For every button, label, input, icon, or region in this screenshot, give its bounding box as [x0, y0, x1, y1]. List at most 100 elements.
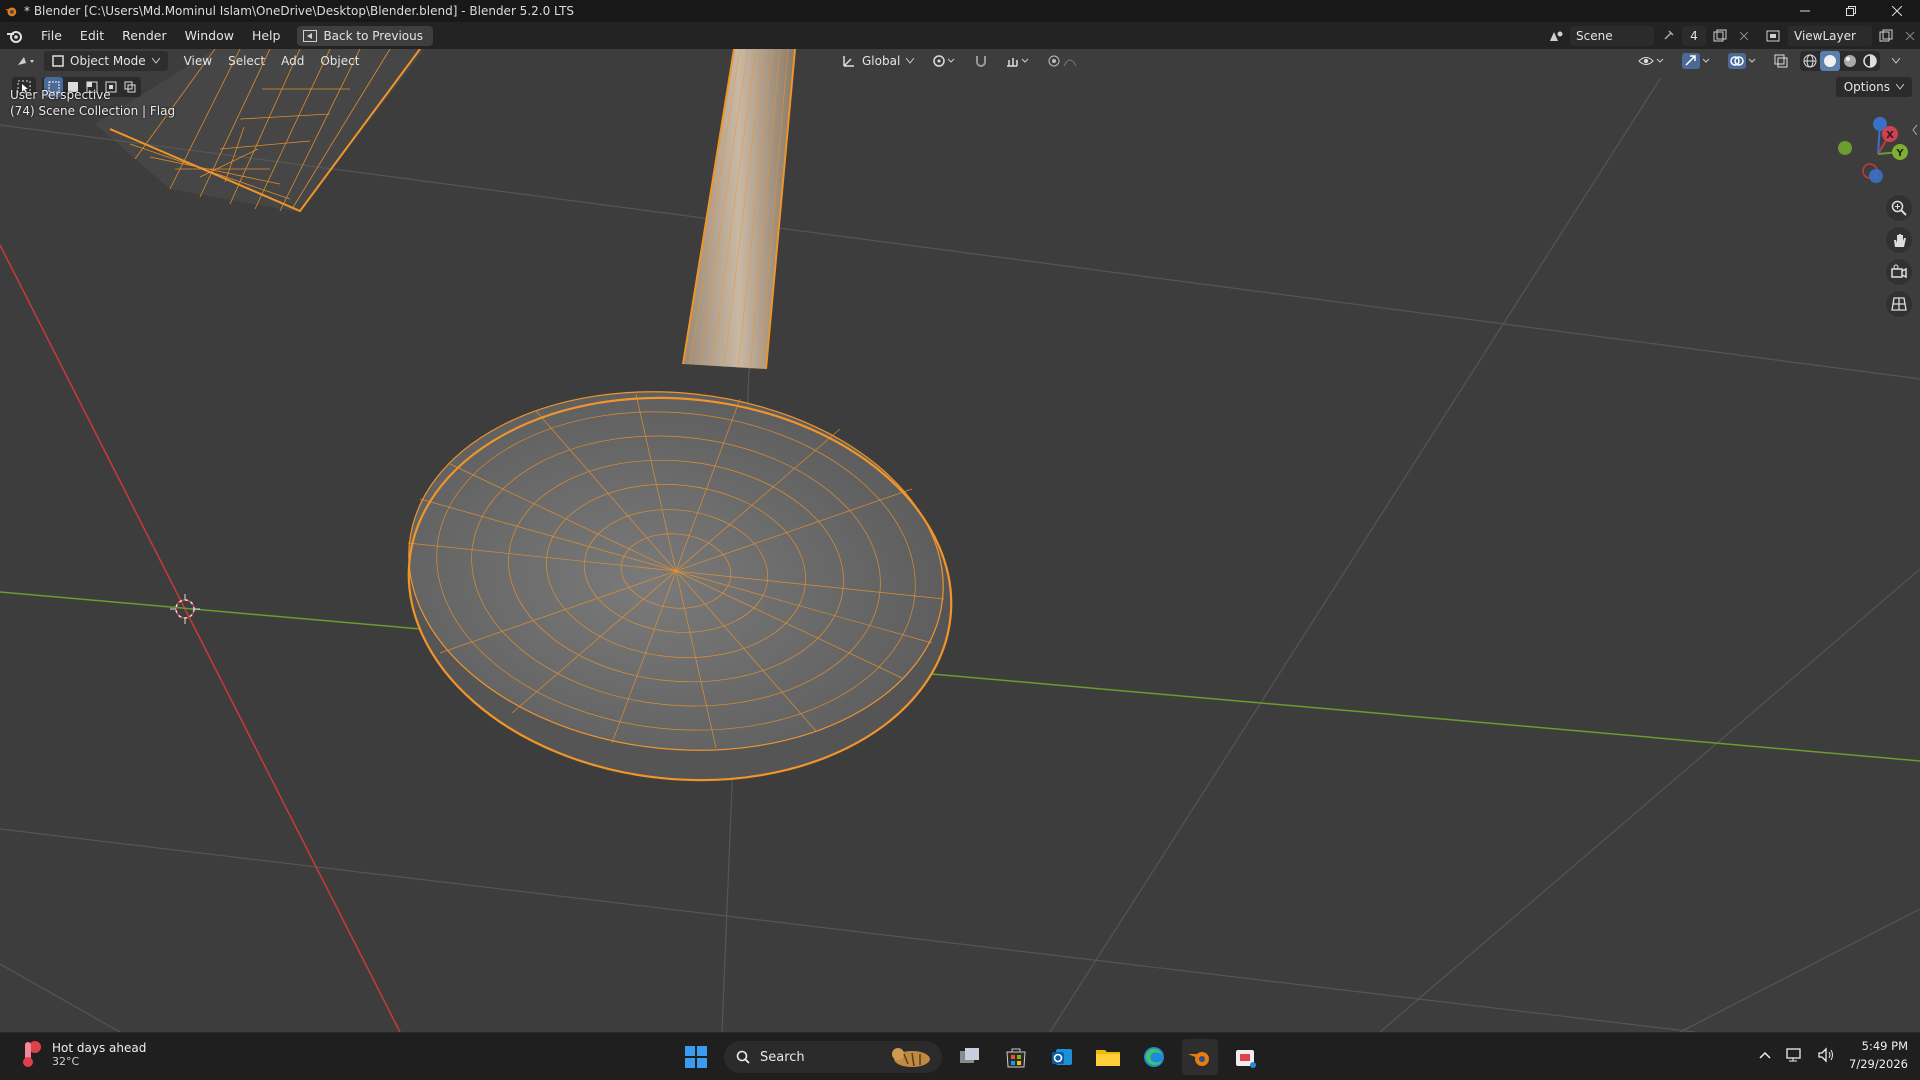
new-view-layer-icon[interactable]: [1876, 26, 1896, 46]
folder-icon: [1096, 1050, 1120, 1066]
snipping-tool-button[interactable]: [1228, 1039, 1264, 1075]
wireframe-shading-button[interactable]: [1800, 51, 1820, 71]
search-icon: [736, 1050, 750, 1064]
select-intersect-button[interactable]: [120, 77, 139, 97]
new-scene-icon[interactable]: [1710, 26, 1730, 46]
top-menu-bar: File Edit Render Window Help Back to Pre…: [0, 22, 1920, 49]
material-preview-button[interactable]: [1840, 51, 1860, 71]
pan-button[interactable]: [1886, 227, 1912, 253]
view-layer-name: ViewLayer: [1794, 28, 1856, 43]
gizmo-neg-z[interactable]: [1869, 169, 1883, 183]
snap-increment-icon: [1007, 58, 1029, 67]
shading-options-dropdown[interactable]: [1886, 51, 1906, 71]
task-view-button[interactable]: [952, 1039, 988, 1075]
blender-taskbar-button[interactable]: [1182, 1039, 1218, 1075]
camera-icon: [1891, 264, 1907, 279]
system-clock[interactable]: 5:49 PM 7/29/2026: [1849, 1037, 1908, 1073]
menu-file[interactable]: File: [32, 22, 71, 49]
transform-tools: Global: [836, 51, 1088, 71]
menu-edit[interactable]: Edit: [71, 22, 113, 49]
pin-icon[interactable]: [1658, 26, 1678, 46]
orientation-icon: [843, 56, 854, 67]
editor-type-icon: [18, 57, 34, 65]
gizmo-neg-y[interactable]: [1838, 141, 1852, 155]
solid-shading-button[interactable]: [1820, 51, 1840, 71]
back-to-previous-label: Back to Previous: [323, 28, 423, 43]
menu-render[interactable]: Render: [113, 22, 176, 49]
file-explorer-button[interactable]: [1090, 1039, 1126, 1075]
visibility-selector[interactable]: [1632, 51, 1670, 71]
viewport-menu-view[interactable]: View: [176, 54, 220, 68]
gizmo-x-label: X: [1886, 130, 1894, 141]
material-sphere-icon: [1844, 55, 1856, 67]
chevron-up-icon[interactable]: [1759, 1050, 1771, 1060]
outlook-icon: [1052, 1049, 1072, 1065]
delete-scene-icon[interactable]: [1734, 26, 1754, 46]
taskbar-search[interactable]: Search: [724, 1041, 942, 1073]
mode-selector[interactable]: Object Mode: [44, 51, 168, 71]
minimize-button[interactable]: [1782, 0, 1828, 22]
snap-toggle[interactable]: [968, 51, 994, 71]
proportional-editing-toggle[interactable]: [1042, 51, 1088, 71]
edge-browser-button[interactable]: [1136, 1039, 1172, 1075]
select-intersect-icon: [124, 81, 135, 93]
restore-button[interactable]: [1828, 0, 1874, 22]
view-layer-field[interactable]: ViewLayer: [1788, 25, 1872, 46]
delete-view-layer-icon[interactable]: [1900, 26, 1920, 46]
viewport-menu-add[interactable]: Add: [273, 54, 312, 68]
sidebar-toggle-icon[interactable]: [1910, 123, 1920, 137]
network-icon[interactable]: [1785, 1047, 1803, 1063]
xray-icon: [1774, 54, 1788, 68]
snap-target-selector[interactable]: [1000, 51, 1036, 71]
object-mode-icon: [52, 55, 64, 67]
clock-date: 7/29/2026: [1849, 1057, 1908, 1071]
weather-widget[interactable]: Hot days ahead 32°C: [18, 1039, 146, 1069]
window-title: * Blender [C:\Users\Md.Mominul Islam\One…: [24, 4, 575, 18]
restore-icon: [1846, 6, 1856, 16]
overlays-toggle[interactable]: [1722, 51, 1762, 71]
search-highlight-tiger-icon: [892, 1048, 930, 1067]
window-controls: [1782, 0, 1920, 22]
perspective-toggle-button[interactable]: [1886, 291, 1912, 317]
outlook-button[interactable]: [1044, 1039, 1080, 1075]
navigation-tools: [1886, 195, 1912, 317]
options-dropdown[interactable]: Options: [1835, 77, 1912, 97]
chevron-down-icon: [151, 58, 160, 64]
menu-window[interactable]: Window: [176, 22, 243, 49]
screen-back-icon: [303, 29, 318, 42]
back-to-previous-button[interactable]: Back to Previous: [297, 25, 433, 46]
view-layer-browse-icon[interactable]: [1764, 26, 1784, 46]
microsoft-store-button[interactable]: [998, 1039, 1034, 1075]
pivot-icon: [933, 55, 955, 67]
editor-type-button[interactable]: [10, 51, 44, 71]
viewport-menu-select[interactable]: Select: [220, 54, 273, 68]
window-titlebar: * Blender [C:\Users\Md.Mominul Islam\One…: [0, 0, 1920, 22]
rendered-shading-button[interactable]: [1860, 51, 1880, 71]
start-button[interactable]: [678, 1039, 714, 1075]
zoom-button[interactable]: [1886, 195, 1912, 221]
scene-users-count[interactable]: 4: [1682, 25, 1706, 46]
viewport-display-tools: [1632, 51, 1906, 71]
close-button[interactable]: [1874, 0, 1920, 22]
scene-name-field[interactable]: Scene: [1570, 25, 1654, 46]
viewport-scene: [0, 49, 1920, 1032]
scene-browse-icon[interactable]: [1546, 26, 1566, 46]
blender-icon: [1188, 1052, 1209, 1066]
transform-orientation-selector[interactable]: Global: [836, 51, 920, 71]
xray-toggle[interactable]: [1768, 51, 1794, 71]
camera-view-button[interactable]: [1886, 259, 1912, 285]
3d-viewport[interactable]: Object Mode View Select Add Object Globa…: [0, 49, 1920, 1032]
solid-sphere-icon: [1824, 55, 1836, 67]
overlays-icon: [1728, 53, 1756, 69]
options-label: Options: [1843, 80, 1890, 94]
chevron-down-icon: [1892, 58, 1900, 64]
viewport-menu-object[interactable]: Object: [312, 54, 367, 68]
blender-app-icon: [4, 7, 17, 17]
volume-icon[interactable]: [1817, 1047, 1835, 1063]
menu-help[interactable]: Help: [243, 22, 290, 49]
pivot-point-selector[interactable]: [926, 51, 962, 71]
navigation-gizmo[interactable]: X Y: [1830, 114, 1910, 194]
gizmo-toggle[interactable]: [1676, 51, 1716, 71]
blender-logo-icon[interactable]: [6, 27, 24, 45]
collection-info-label: (74) Scene Collection | Flag: [10, 104, 176, 118]
